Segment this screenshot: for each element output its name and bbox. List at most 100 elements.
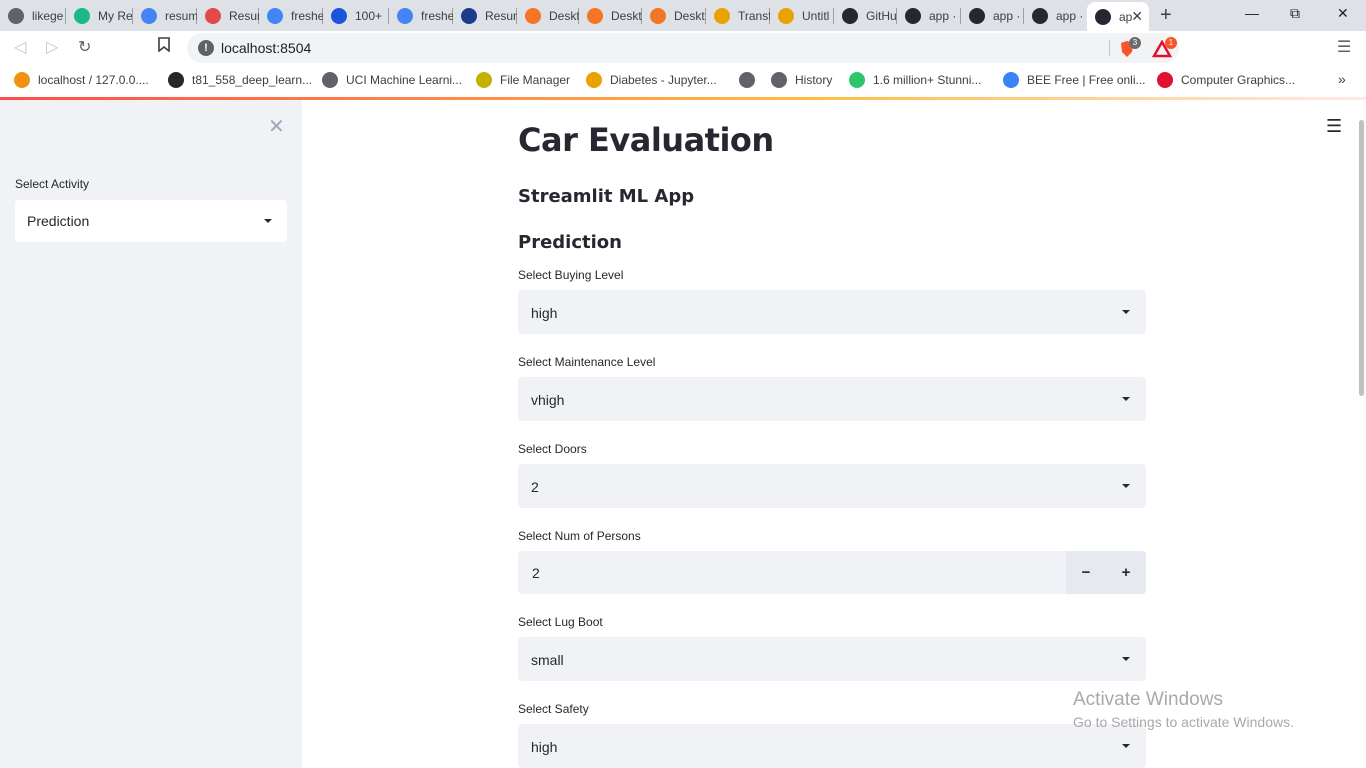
phpmyadmin-icon (14, 72, 30, 88)
persons-value[interactable]: 2 (532, 565, 540, 581)
bookmark-item[interactable]: t81_558_deep_learn... (168, 65, 312, 95)
omnibox-divider (1109, 40, 1110, 56)
bee-icon (1003, 72, 1019, 88)
activate-windows-hint: Go to Settings to activate Windows. (1073, 714, 1294, 730)
file-manager-icon (476, 72, 492, 88)
app-menu-icon[interactable]: ☰ (1326, 116, 1342, 137)
doors-select[interactable]: 2 (518, 464, 1146, 508)
buying-select[interactable]: high (518, 290, 1146, 334)
browser-tab[interactable]: ap ✕ (1087, 2, 1149, 31)
page-subtitle: Streamlit ML App (518, 186, 695, 207)
jupyter-icon (650, 7, 666, 24)
bookmark-label: 1.6 million+ Stunni... (873, 73, 982, 87)
back-icon[interactable]: ◁ (14, 37, 26, 57)
increment-button[interactable]: + (1106, 551, 1146, 594)
decrement-button[interactable]: − (1066, 551, 1106, 594)
browser-tab[interactable]: Deskt (579, 0, 642, 31)
jupyter-icon (525, 7, 541, 24)
jupyter-icon (587, 7, 603, 24)
bookmark-icon[interactable] (158, 37, 170, 57)
browser-toolbar: ◁ ▷ ↻ ! localhost:8504 3 1 ☰ (0, 31, 1366, 65)
tab-title: My Re (98, 8, 133, 23)
browser-tab[interactable]: Deskt (517, 0, 579, 31)
tab-title: Transf (738, 8, 770, 23)
activity-label: Select Activity (15, 177, 90, 191)
activity-select[interactable]: Prediction (15, 200, 287, 242)
bookmark-label: localhost / 127.0.0.... (38, 73, 149, 87)
tab-title: freshe (291, 8, 323, 23)
browser-tab[interactable]: app · (961, 0, 1024, 31)
site-info-icon[interactable]: ! (198, 40, 214, 56)
globe-icon (322, 72, 338, 88)
sidebar: ✕ Select Activity Prediction (0, 100, 302, 768)
browser-tab[interactable]: app · (897, 0, 961, 31)
tab-title: Resun (229, 8, 259, 23)
browser-tab[interactable]: GitHu (834, 0, 897, 31)
address-bar[interactable]: ! localhost:8504 3 1 (187, 33, 1179, 63)
bookmarks-overflow-icon[interactable]: » (1338, 71, 1346, 87)
bookmark-item[interactable]: File Manager (476, 65, 570, 95)
bookmark-label: t81_558_deep_learn... (192, 73, 313, 87)
browser-tab[interactable]: 100+ (323, 0, 389, 31)
lug-boot-label: Select Lug Boot (518, 615, 603, 629)
tab-title: resum (165, 8, 197, 23)
restore-icon[interactable]: ⧉ (1290, 5, 1300, 22)
minimize-icon[interactable]: — (1245, 5, 1259, 21)
tab-title: app · (929, 8, 957, 23)
maintenance-select[interactable]: vhigh (518, 377, 1146, 421)
safety-select[interactable]: high (518, 724, 1146, 768)
chevron-down-icon (1122, 310, 1130, 314)
chevron-down-icon (1122, 657, 1130, 661)
persons-number-input[interactable]: 2 − + (518, 551, 1146, 594)
url-text: localhost:8504 (221, 40, 312, 56)
browser-tab[interactable]: freshe (259, 0, 323, 31)
browser-tab[interactable]: resum (133, 0, 197, 31)
browser-tab[interactable]: Deskt (642, 0, 706, 31)
google-icon (141, 7, 157, 24)
bookmark-item[interactable]: localhost / 127.0.0.... (14, 65, 149, 95)
tab-title: 100+ (355, 8, 383, 23)
chevron-down-icon (1122, 484, 1130, 488)
browser-tab[interactable]: My Re (66, 0, 133, 31)
reload-icon[interactable]: ↻ (78, 37, 91, 57)
browser-tab[interactable]: likege (0, 0, 66, 31)
bookmark-item[interactable]: BEE Free | Free onli... (1003, 65, 1146, 95)
history-icon (771, 72, 787, 88)
github-icon (168, 72, 184, 88)
brave-shield-count: 3 (1129, 37, 1141, 49)
buying-label: Select Buying Level (518, 268, 624, 282)
bookmark-item[interactable] (739, 65, 763, 95)
browser-tab[interactable]: freshe (389, 0, 453, 31)
doors-label: Select Doors (518, 442, 587, 456)
browser-tab[interactable]: Resun (453, 0, 517, 31)
bookmark-item[interactable]: Diabetes - Jupyter... (586, 65, 717, 95)
notebook-icon (778, 7, 794, 24)
buying-value: high (531, 305, 558, 321)
bookmark-item[interactable]: 1.6 million+ Stunni... (849, 65, 981, 95)
main-content: ☰ Car Evaluation Streamlit ML App Predic… (302, 100, 1366, 768)
close-sidebar-icon[interactable]: ✕ (268, 114, 285, 139)
globe-icon (739, 72, 755, 88)
window-close-icon[interactable]: ✕ (1337, 5, 1349, 22)
close-tab-icon[interactable]: ✕ (1131, 8, 1143, 25)
browser-tab[interactable]: Transf (706, 0, 770, 31)
tab-title: freshe (421, 8, 453, 23)
bookmark-label: Diabetes - Jupyter... (610, 73, 717, 87)
new-tab-button[interactable]: + (1160, 4, 1172, 27)
browser-tab[interactable]: Resun (197, 0, 259, 31)
tab-strip: likege My Re resum Resun freshe 100+ freshe Res… (0, 0, 1366, 31)
lug-boot-select[interactable]: small (518, 637, 1146, 681)
browser-menu-icon[interactable]: ☰ (1337, 37, 1351, 57)
browser-tab[interactable]: app · (1024, 0, 1087, 31)
persons-label: Select Num of Persons (518, 529, 641, 543)
forward-icon[interactable]: ▷ (46, 37, 58, 57)
bookmark-item[interactable]: History (771, 65, 832, 95)
bookmark-item[interactable]: UCI Machine Learni... (322, 65, 462, 95)
maintenance-label: Select Maintenance Level (518, 355, 656, 369)
bookmark-label: Computer Graphics... (1181, 73, 1296, 87)
lug-boot-value: small (531, 652, 564, 668)
bookmark-item[interactable]: Computer Graphics... (1157, 65, 1295, 95)
scrollbar[interactable] (1359, 120, 1364, 396)
tutorialspoint-icon (1157, 72, 1173, 88)
browser-tab[interactable]: Untitl (770, 0, 834, 31)
